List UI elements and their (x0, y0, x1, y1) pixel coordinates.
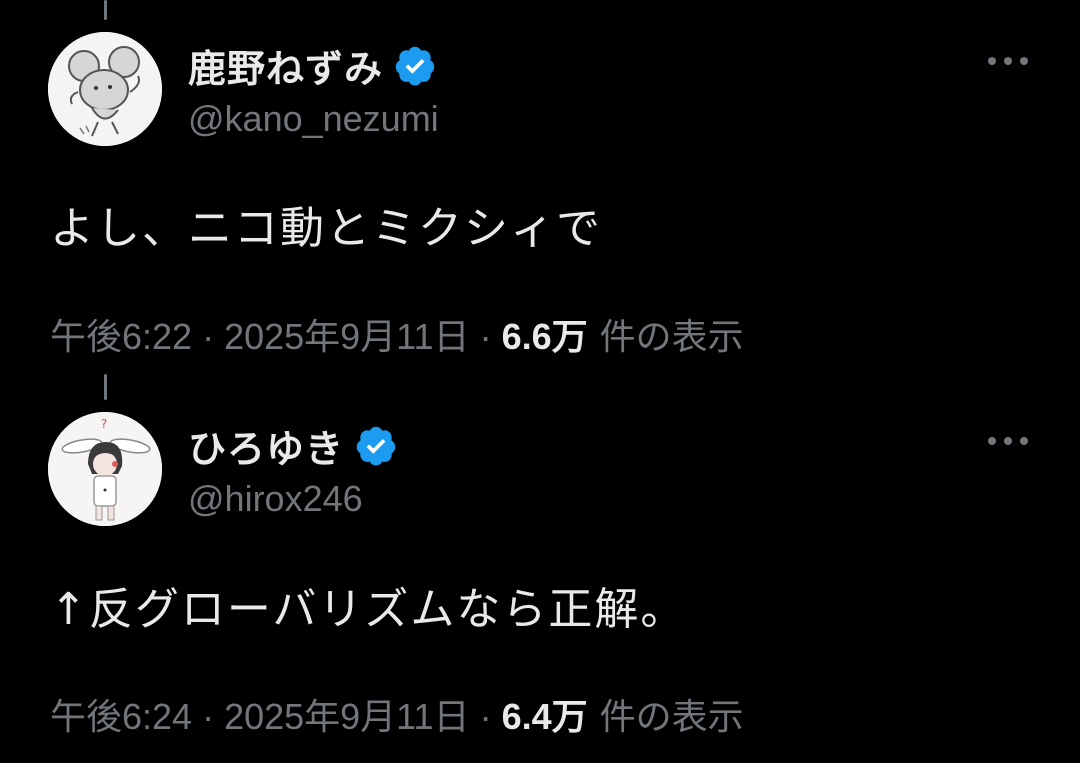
more-options-button[interactable] (980, 46, 1036, 76)
verified-badge-icon[interactable] (354, 424, 398, 468)
views-count[interactable]: 6.4万 (502, 688, 588, 740)
tweet-meta: 午後6:24 · 2025年9月11日 · 6.4万 件の表示 (50, 688, 744, 740)
author-name-row: 鹿野ねずみ (188, 38, 437, 93)
svg-text:?: ? (101, 417, 107, 431)
author-handle[interactable]: @kano_nezumi (188, 98, 439, 140)
tweet-date[interactable]: 2025年9月11日 (224, 308, 469, 360)
display-name[interactable]: 鹿野ねずみ (188, 38, 383, 93)
more-options-icon (988, 437, 1028, 445)
mouse-drawing-avatar-icon (48, 32, 162, 146)
views-label: 件の表示 (599, 696, 744, 737)
more-options-icon (988, 57, 1028, 65)
more-options-button[interactable] (980, 426, 1036, 456)
verified-badge-icon[interactable] (393, 44, 437, 88)
separator: · (202, 316, 215, 357)
views-label: 件の表示 (599, 316, 744, 357)
tweet-time[interactable]: 午後6:22 (50, 308, 192, 360)
tweet-date[interactable]: 2025年9月11日 (224, 688, 469, 740)
tweet-text: よし、ニコ動とミクシィで (50, 203, 602, 254)
tweet-text: ↑反グローバリズムなら正解。 (50, 584, 687, 635)
separator: · (479, 316, 492, 357)
views-count[interactable]: 6.6万 (502, 308, 588, 360)
author-handle[interactable]: @hirox246 (188, 478, 363, 520)
bunny-ear-character-avatar-icon: ? (48, 412, 162, 526)
tweet-1[interactable]: 鹿野ねずみ @kano_nezumi よし、ニコ動とミクシィで 午後6:22 ·… (0, 0, 1080, 370)
avatar[interactable]: ? (48, 412, 162, 526)
thread-line-middle (104, 374, 107, 400)
tweet-meta: 午後6:22 · 2025年9月11日 · 6.6万 件の表示 (50, 308, 744, 360)
tweet-time[interactable]: 午後6:24 (50, 688, 192, 740)
separator: · (202, 696, 215, 737)
author-name-row: ひろゆき (188, 418, 398, 473)
tweet-2[interactable]: ? ひろゆき @hirox246 ↑反グローバリズムなら正解。 午後6:24 ·… (0, 400, 1080, 763)
avatar[interactable] (48, 32, 162, 146)
separator: · (479, 696, 492, 737)
display-name[interactable]: ひろゆき (188, 418, 344, 473)
